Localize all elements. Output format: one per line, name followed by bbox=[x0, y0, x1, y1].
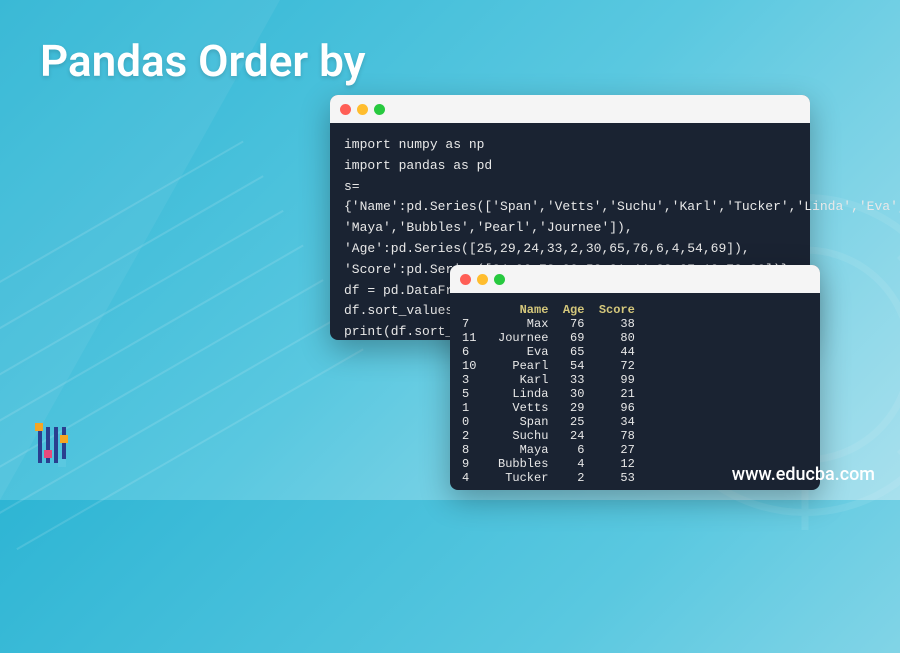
educba-logo-icon bbox=[30, 415, 90, 475]
output-row: 4 Tucker 2 53 bbox=[462, 471, 635, 485]
output-row: 6 Eva 65 44 bbox=[462, 345, 635, 359]
output-row: 9 Bubbles 4 12 bbox=[462, 457, 635, 471]
code-line: 'Age':pd.Series([25,29,24,33,2,30,65,76,… bbox=[344, 239, 796, 260]
window-header-output bbox=[450, 265, 820, 293]
output-row: 7 Max 76 38 bbox=[462, 317, 635, 331]
code-line: 'Maya','Bubbles','Pearl','Journee']), bbox=[344, 218, 796, 239]
output-row: 2 Suchu 24 78 bbox=[462, 429, 635, 443]
close-dot-icon bbox=[340, 104, 351, 115]
website-url: www.educba.com bbox=[732, 464, 875, 485]
close-dot-icon bbox=[460, 274, 471, 285]
page-title: Pandas Order by bbox=[40, 35, 366, 87]
window-header-main bbox=[330, 95, 810, 123]
output-row: 1 Vetts 29 96 bbox=[462, 401, 635, 415]
code-line: import pandas as pd bbox=[344, 156, 796, 177]
maximize-dot-icon bbox=[374, 104, 385, 115]
output-row: 10 Pearl 54 72 bbox=[462, 359, 635, 373]
maximize-dot-icon bbox=[494, 274, 505, 285]
output-row: 5 Linda 30 21 bbox=[462, 387, 635, 401]
code-line: s={'Name':pd.Series(['Span','Vetts','Suc… bbox=[344, 177, 796, 219]
output-header: Name Age Score bbox=[462, 303, 635, 317]
minimize-dot-icon bbox=[477, 274, 488, 285]
code-window-output: Name Age Score 7 Max 76 38 11 Journee 69… bbox=[450, 265, 820, 490]
output-row: 3 Karl 33 99 bbox=[462, 373, 635, 387]
minimize-dot-icon bbox=[357, 104, 368, 115]
output-row: 0 Span 25 34 bbox=[462, 415, 635, 429]
code-line: import numpy as np bbox=[344, 135, 796, 156]
output-row: 11 Journee 69 80 bbox=[462, 331, 635, 345]
output-row: 8 Maya 6 27 bbox=[462, 443, 635, 457]
